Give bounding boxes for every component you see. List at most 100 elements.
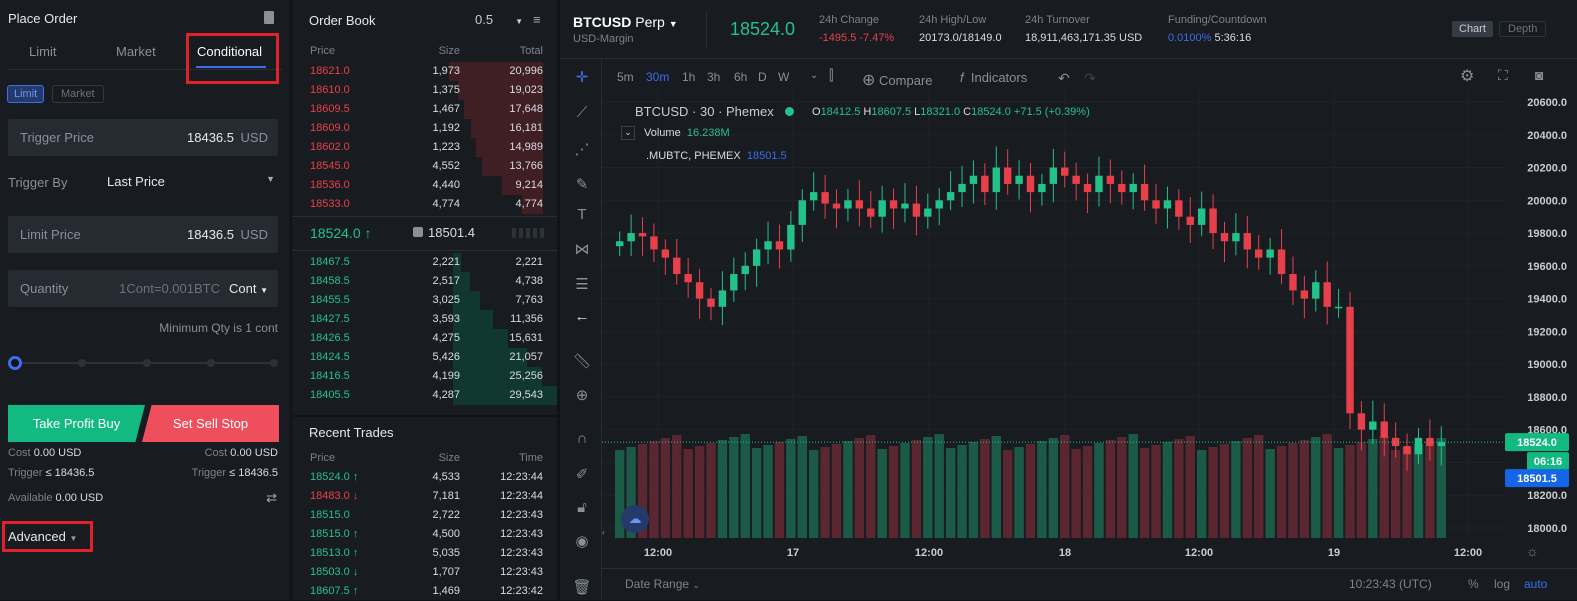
- depth-view-button[interactable]: Depth: [1499, 21, 1547, 37]
- slider-tick[interactable]: [78, 359, 86, 367]
- candle-body: [901, 203, 909, 209]
- trash-icon[interactable]: 🗑︎: [572, 578, 592, 598]
- candle-body: [832, 203, 841, 209]
- ask-row[interactable]: 18621.0 1,973 20,996: [292, 62, 557, 81]
- trend-line-icon[interactable]: ⟋: [572, 104, 592, 124]
- ask-row[interactable]: 18609.5 1,467 17,648: [292, 100, 557, 119]
- subtab-limit[interactable]: Limit: [7, 85, 45, 103]
- bid-row[interactable]: 18424.5 5,426 21,057: [292, 348, 557, 367]
- crosshair-icon[interactable]: ✛: [572, 68, 592, 88]
- ask-price: 18609.0: [310, 122, 350, 134]
- ask-size: 1,223: [432, 141, 460, 153]
- bid-row[interactable]: 18426.5 4,275 15,631: [292, 329, 557, 348]
- bid-row[interactable]: 18427.5 3,593 11,356: [292, 310, 557, 329]
- slider-tick[interactable]: [270, 359, 278, 367]
- auto-scale-button[interactable]: auto: [1524, 577, 1547, 591]
- interval-5m[interactable]: 5m: [617, 70, 634, 84]
- lock-drawing-icon[interactable]: ✐: [572, 465, 592, 485]
- quantity-unit-select[interactable]: Cont ▼: [229, 281, 268, 296]
- ruler-icon[interactable]: 📏︎: [572, 352, 592, 372]
- scroll-left-icon[interactable]: ‹: [602, 527, 605, 537]
- ask-row[interactable]: 18609.0 1,192 16,181: [292, 119, 557, 138]
- sell-cost-value: 0.00 USD: [230, 447, 278, 459]
- y-tick-label: 18800.0: [1527, 392, 1567, 404]
- precision-value: 0.5: [475, 12, 494, 27]
- ask-price: 18536.0: [310, 179, 350, 191]
- interval-1h[interactable]: 1h: [682, 70, 695, 84]
- bid-row[interactable]: 18467.5 2,221 2,221: [292, 253, 557, 272]
- forecast-icon[interactable]: ☰: [572, 275, 592, 295]
- brush-icon[interactable]: ✎: [572, 175, 592, 195]
- interval-6h[interactable]: 6h: [734, 70, 747, 84]
- ask-row[interactable]: 18536.0 4,440 9,214: [292, 176, 557, 195]
- magnet-icon[interactable]: ∩: [572, 430, 592, 450]
- subtab-market[interactable]: Market: [52, 85, 104, 103]
- fullscreen-icon[interactable]: ⛶: [1498, 67, 1508, 84]
- price-chart[interactable]: 20600.0 20400.0 20200.0 20000.0 19800.0 19600…: [602, 90, 1577, 570]
- compare-button[interactable]: ⊕ Compare: [862, 70, 933, 90]
- interval-30m[interactable]: 30m: [646, 70, 669, 84]
- tab-limit[interactable]: Limit: [29, 44, 56, 59]
- menu-icon[interactable]: ≡: [533, 12, 541, 27]
- eye-icon[interactable]: ◉: [572, 532, 592, 552]
- zoom-in-icon[interactable]: ⊕: [572, 386, 592, 406]
- set-sell-stop-button[interactable]: Set Sell Stop: [142, 405, 279, 442]
- trigger-by-select[interactable]: Last Price ▼: [107, 174, 277, 189]
- limit-price-input[interactable]: Limit Price 18436.5 USD: [8, 216, 278, 253]
- log-scale-button[interactable]: log: [1494, 577, 1510, 591]
- ask-row[interactable]: 18602.0 1,223 14,989: [292, 138, 557, 157]
- candle-body: [1015, 175, 1023, 184]
- cloud-icon[interactable]: ☁: [621, 505, 649, 533]
- tab-market[interactable]: Market: [116, 44, 156, 59]
- candle-body: [946, 192, 955, 201]
- precision-select[interactable]: 0.5 ▼: [475, 12, 523, 27]
- text-icon[interactable]: T: [572, 206, 592, 226]
- slider-tick[interactable]: [143, 359, 151, 367]
- quantity-slider[interactable]: [8, 356, 278, 370]
- trigger-price-input[interactable]: Trigger Price 18436.5 USD: [8, 119, 278, 156]
- pattern-icon[interactable]: ⋈: [572, 240, 592, 260]
- chart-view-button[interactable]: Chart: [1452, 21, 1493, 37]
- lock-icon[interactable]: 🔓︎: [572, 499, 592, 519]
- indicators-button[interactable]: f Indicators: [960, 70, 1027, 85]
- camera-icon[interactable]: ◙: [1535, 67, 1543, 83]
- candle-type-icon[interactable]: ⫿: [829, 67, 833, 84]
- ask-row[interactable]: 18533.0 4,774 4,774: [292, 195, 557, 214]
- interval-3h[interactable]: 3h: [707, 70, 720, 84]
- ask-row[interactable]: 18610.0 1,375 19,023: [292, 81, 557, 100]
- bid-row[interactable]: 18455.5 3,025 7,763: [292, 291, 557, 310]
- undo-icon[interactable]: ↶: [1058, 70, 1070, 87]
- redo-icon[interactable]: ↷: [1084, 70, 1096, 87]
- percent-scale-button[interactable]: %: [1468, 577, 1479, 591]
- bid-row[interactable]: 18416.5 4,199 25,256: [292, 367, 557, 386]
- bid-row[interactable]: 18458.5 2,517 4,738: [292, 272, 557, 291]
- collapse-chevron-icon[interactable]: ⌄: [621, 126, 635, 140]
- date-range-button[interactable]: Date Range ⌄: [625, 577, 700, 591]
- volume-bar: [1082, 446, 1093, 538]
- calculator-icon[interactable]: [264, 11, 274, 24]
- fib-icon[interactable]: ⋰: [572, 140, 592, 160]
- slider-handle[interactable]: [8, 356, 22, 370]
- ask-price: 18610.0: [310, 84, 350, 96]
- settings-icon[interactable]: ⚙: [1460, 66, 1474, 86]
- transfer-icon[interactable]: ⇄: [266, 490, 277, 506]
- symbol-selector[interactable]: BTCUSD Perp ▼: [573, 14, 678, 30]
- back-arrow-icon[interactable]: ←: [572, 308, 592, 328]
- x-tick-label: 12:00: [644, 547, 672, 559]
- quantity-input[interactable]: Quantity 1Cont=0.001BTC Cont ▼: [8, 270, 278, 307]
- bid-size: 3,593: [432, 313, 460, 325]
- axis-settings-icon[interactable]: ☼: [1526, 543, 1539, 559]
- interval-W[interactable]: W: [778, 70, 789, 84]
- trade-size: 7,181: [432, 490, 460, 502]
- caret-down-icon: ▼: [260, 286, 268, 295]
- interval-more-icon[interactable]: ⌄: [810, 70, 818, 81]
- slider-tick[interactable]: [207, 359, 215, 367]
- take-profit-buy-button[interactable]: Take Profit Buy: [8, 405, 145, 442]
- interval-D[interactable]: D: [758, 70, 767, 84]
- ask-row[interactable]: 18545.0 4,552 13,766: [292, 157, 557, 176]
- trigger-price-value: 18436.5: [187, 130, 234, 145]
- recent-trades-title: Recent Trades: [309, 425, 394, 440]
- volume-bar: [1014, 447, 1024, 538]
- available-balance: Available 0.00 USD: [8, 492, 103, 504]
- bid-row[interactable]: 18405.5 4,287 29,543: [292, 386, 557, 405]
